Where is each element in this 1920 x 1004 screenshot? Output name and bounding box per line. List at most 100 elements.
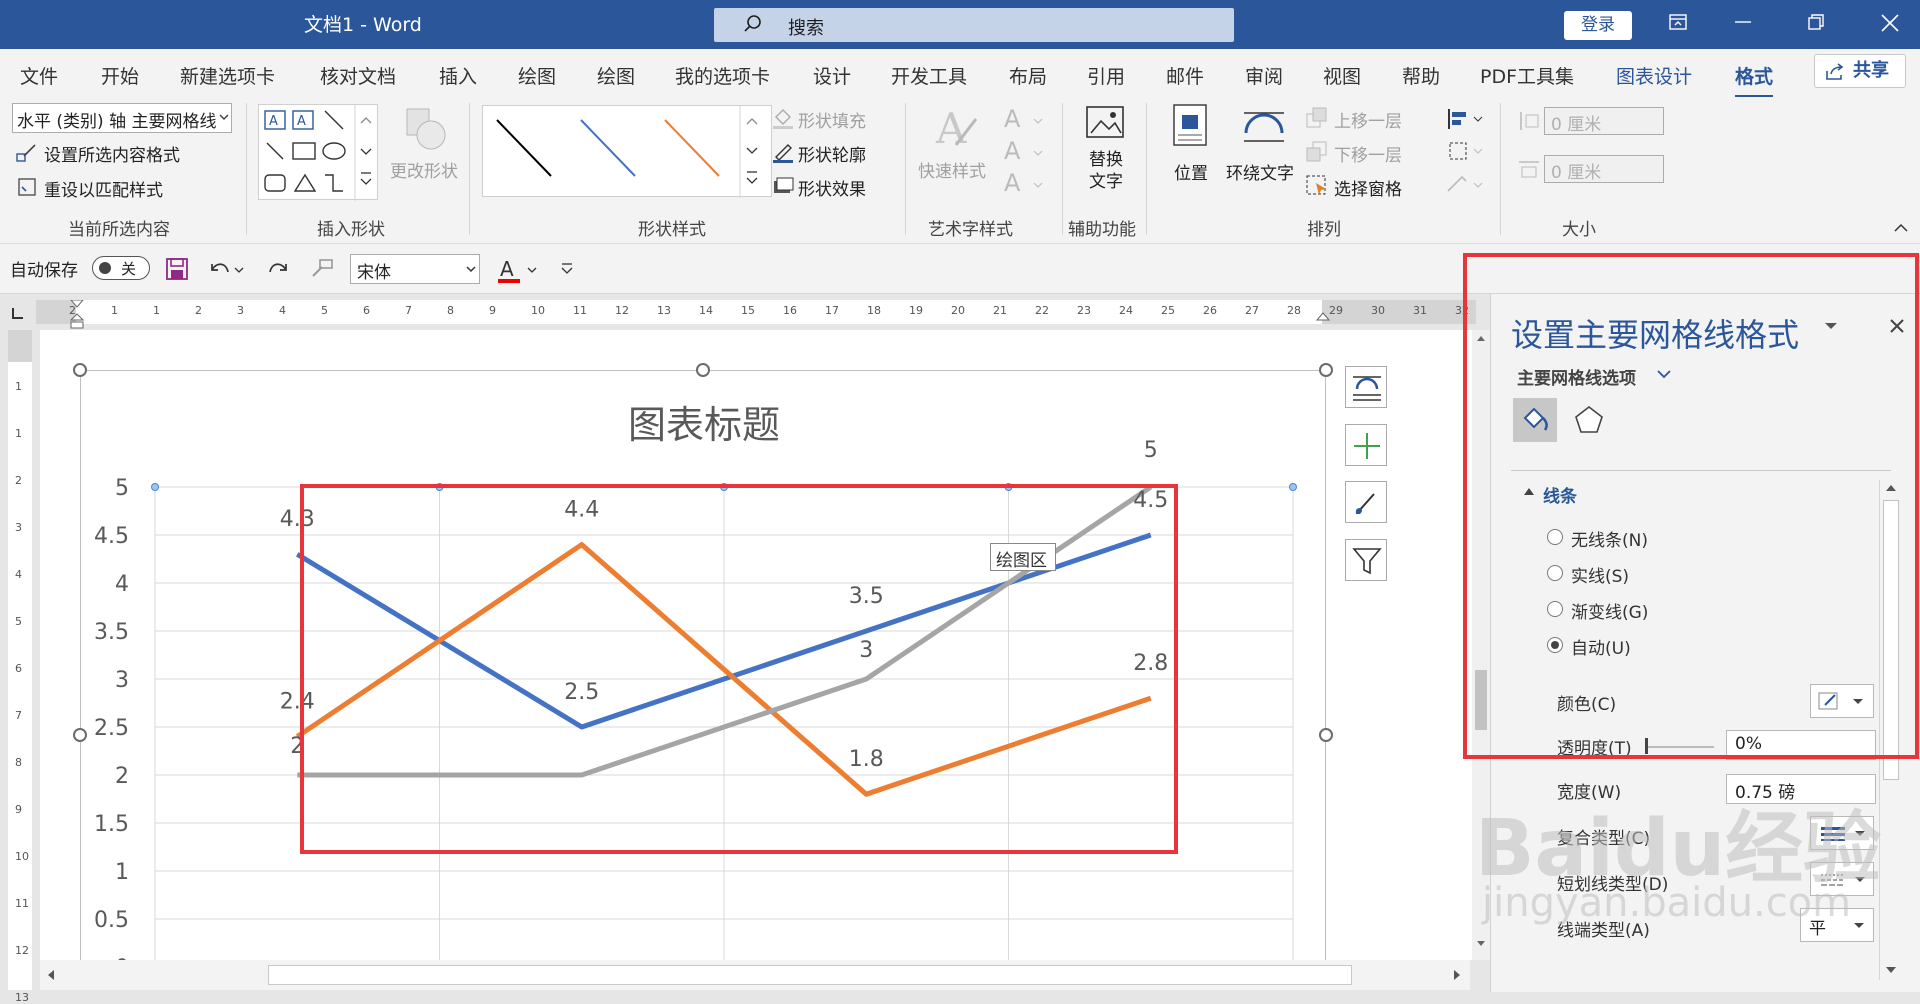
position-button[interactable]: 位置 [1160,103,1222,203]
shape-effects-icon [774,177,794,193]
ribbon-display-icon [1669,14,1687,30]
tab-pdf-tools[interactable]: PDF工具集 [1480,62,1574,89]
tab-layout[interactable]: 布局 [1009,62,1047,89]
ribbon-display-options-button[interactable] [1648,0,1708,49]
scroll-down-icon[interactable] [1885,966,1897,974]
scroll-right-icon[interactable] [1452,969,1462,981]
ribbon: 水平 (类别) 轴 主要网格线 设置所选内容格式 重设以匹配样式 当前所选内容 … [0,97,1920,244]
save-icon[interactable] [166,258,188,280]
text-effects-icons[interactable]: AAA [1000,101,1050,199]
tab-mailings[interactable]: 邮件 [1166,62,1204,89]
wrap-text-button[interactable]: 环绕文字 [1222,103,1304,203]
shape-outline-button[interactable]: 形状轮廓 [770,139,896,166]
chart-element-selector[interactable]: 水平 (类别) 轴 主要网格线 [12,103,232,133]
ruler-number: 20 [951,304,965,317]
scroll-thumb[interactable] [268,965,1352,985]
collapse-ribbon-icon[interactable] [1894,223,1908,233]
data-label: 5 [1144,438,1158,463]
shape-height-field[interactable]: 0 厘米 [1544,107,1664,135]
ruler-number: 9 [489,304,496,317]
resize-handle[interactable] [1319,728,1333,742]
ribbon-separator [469,103,470,235]
alt-text-button[interactable]: 替换文字 [1075,103,1135,203]
minimize-button[interactable] [1713,0,1773,49]
change-shape-button[interactable]: 更改形状 [390,105,460,205]
chart-styles-button[interactable] [1345,481,1387,523]
autosave-toggle[interactable]: 关 [92,256,150,280]
horizontal-scrollbar[interactable] [40,960,1470,990]
y-tick-label: 1 [115,860,129,885]
reset-style-button[interactable]: 重设以匹配样式 [14,174,254,201]
ribbon-separator [246,103,247,235]
y-tick-label: 4 [115,572,129,597]
tab-stop-selector-icon[interactable] [10,306,26,320]
ruler-number: 1 [15,380,22,393]
close-icon [1881,14,1899,32]
shape-effects-button[interactable]: 形状效果 [770,173,896,200]
tab-draw-2[interactable]: 绘图 [597,62,635,89]
tab-references[interactable]: 引用 [1087,62,1125,89]
resize-handle[interactable] [696,363,710,377]
vertical-ruler[interactable]: 1 1 2 3 4 5 6 7 8 9 10 11 12 13 [8,330,32,1004]
indent-marker-icon[interactable] [70,300,84,330]
gridline-selection-handle [1289,483,1297,491]
redo-icon[interactable] [268,258,290,280]
horizontal-ruler[interactable]: 2 1 1 2 3 4 5 6 7 8 9 10 11 12 13 14 15 16 17 18 19 20 21 22 23 2… [36,300,1511,329]
chart-filters-button[interactable] [1345,539,1387,581]
font-color-icon[interactable]: A [496,256,540,284]
selection-pane-button[interactable]: 选择窗格 [1306,173,1436,200]
tab-review[interactable]: 审阅 [1245,62,1283,89]
search-box[interactable]: 搜索 [714,8,1234,42]
scroll-left-icon[interactable] [46,969,56,981]
scroll-down-icon[interactable] [1476,940,1486,948]
chart-elements-button[interactable] [1345,424,1387,466]
format-painter-icon[interactable] [310,258,334,280]
tab-format[interactable]: 格式 [1735,62,1774,98]
chart-title[interactable]: 图表标题 [628,403,780,447]
ruler-number: 1 [15,427,22,440]
undo-icon[interactable] [208,258,244,280]
format-selection-button[interactable]: 设置所选内容格式 [14,139,254,166]
share-button[interactable]: 共享 [1814,54,1906,88]
ruler-number: 16 [783,304,797,317]
shape-gallery[interactable]: A A [258,104,378,201]
shape-fill-button[interactable]: 形状填充 [770,105,896,132]
tab-file[interactable]: 文件 [20,62,58,89]
tab-chart-design[interactable]: 图表设计 [1616,62,1692,89]
tab-home[interactable]: 开始 [101,62,139,89]
shape-fill-label: 形状填充 [798,112,866,132]
tab-review-doc[interactable]: 核对文档 [320,62,396,89]
tab-developer[interactable]: 开发工具 [891,62,967,89]
minimize-icon [1735,21,1751,23]
resize-handle[interactable] [73,728,87,742]
selection-pane-icon [1306,175,1326,195]
align-rotate-icons[interactable] [1444,105,1488,201]
resize-handle[interactable] [1319,363,1333,377]
ruler-number: 11 [573,304,587,317]
customize-qat-icon[interactable] [560,262,574,274]
ruler-number: 3 [15,521,22,534]
layout-options-button[interactable] [1345,366,1387,408]
ruler-number: 13 [657,304,671,317]
resize-handle[interactable] [73,363,87,377]
tab-view[interactable]: 视图 [1323,62,1361,89]
tab-insert[interactable]: 插入 [439,62,477,89]
bring-forward-button[interactable]: 上移一层 [1306,105,1436,132]
close-button[interactable] [1860,0,1920,49]
group-label-size: 大小 [1562,220,1596,240]
ruler-number: 5 [321,304,328,317]
tab-design[interactable]: 设计 [813,62,851,89]
right-indent-marker-icon[interactable] [1316,312,1330,326]
login-button[interactable]: 登录 [1564,11,1632,40]
shape-styles-gallery[interactable] [482,105,772,198]
restore-button[interactable] [1786,0,1846,49]
font-name-combo[interactable]: 宋体 [350,254,480,284]
shape-width-field[interactable]: 0 厘米 [1544,155,1664,183]
tab-new-tab[interactable]: 新建选项卡 [180,62,275,89]
tab-help[interactable]: 帮助 [1402,62,1440,89]
send-backward-button[interactable]: 下移一层 [1306,139,1436,166]
quick-styles-button[interactable]: A 快速样式 [918,103,998,203]
tab-my-tab[interactable]: 我的选项卡 [675,62,770,89]
tab-draw[interactable]: 绘图 [518,62,556,89]
ruler-number: 12 [15,944,29,957]
